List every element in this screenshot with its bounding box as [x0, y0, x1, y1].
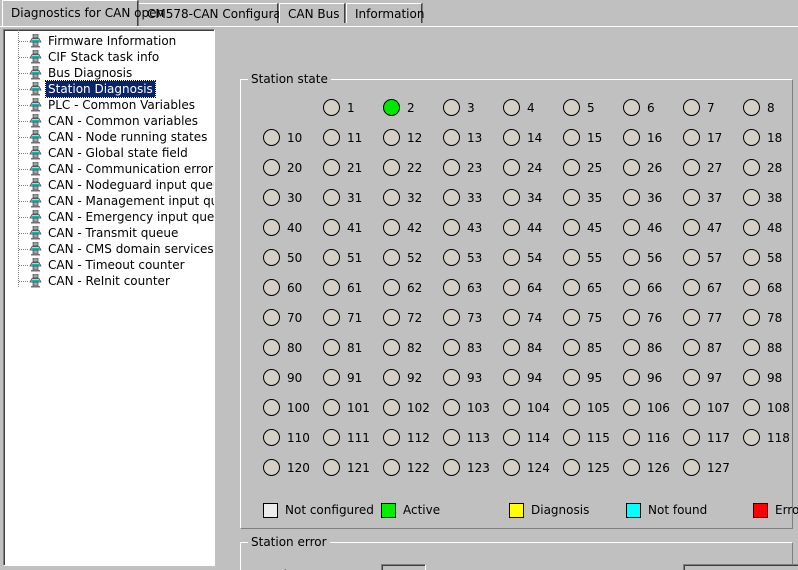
can-node-device-icon [28, 49, 43, 64]
tree-item-label: CAN - Communication error [48, 162, 213, 176]
tree-branch-line [19, 73, 28, 74]
can-node-device-icon [28, 273, 43, 288]
tree-item-can-management-input-queue[interactable]: CAN - Management input queue [4, 193, 214, 209]
diagnostics-window: Diagnostics for CAN open CM578-CAN Config… [0, 0, 798, 570]
tree-branch-line [19, 137, 28, 138]
legend-label: Active [403, 503, 441, 517]
diagnostics-tree: Firmware Information CIF Stack task info B… [4, 30, 214, 289]
station-error-group: Station error Node ID Error event [240, 536, 798, 570]
tree-branch-line [19, 89, 28, 90]
tree-item-can-emergency-input-queue[interactable]: CAN - Emergency input queue [4, 209, 214, 225]
can-node-device-icon [28, 113, 43, 128]
tree-branch-line [19, 57, 28, 58]
tree-item-can-communication-error[interactable]: CAN - Communication error [4, 161, 214, 177]
can-node-device-icon [28, 81, 43, 96]
tree-branch-line [19, 281, 28, 282]
tree-item-label: PLC - Common Variables [48, 98, 195, 112]
can-node-device-icon [28, 97, 43, 112]
tree-branch-line [19, 41, 28, 42]
tree-item-label: CAN - ReInit counter [48, 274, 170, 288]
tree-item-can-node-running-states[interactable]: CAN - Node running states [4, 129, 214, 145]
legend-swatch-not-configured [263, 503, 278, 518]
legend-label: Error [775, 503, 798, 517]
can-node-device-icon [28, 33, 43, 48]
legend-label: Diagnosis [531, 503, 590, 517]
tree-item-label: CAN - Transmit queue [48, 226, 179, 240]
tree-item-label: CAN - Timeout counter [48, 258, 185, 272]
state-legend: Not configured Active Diagnosis Not found Er… [241, 80, 798, 528]
tree-branch-line [19, 233, 28, 234]
tree-item-label: CAN - Management input queue [48, 194, 214, 208]
tree-item-label: Firmware Information [48, 34, 177, 48]
tree-item-can-transmit-queue[interactable]: CAN - Transmit queue [4, 225, 214, 241]
legend-swatch-not-found [626, 503, 641, 518]
can-node-device-icon [28, 225, 43, 240]
tree-item-bus-diagnosis[interactable]: Bus Diagnosis [4, 65, 214, 81]
tree-branch-line [19, 169, 28, 170]
tab-strip: Diagnostics for CAN open CM578-CAN Config… [0, 0, 798, 26]
legend-swatch-error [753, 503, 768, 518]
tab-diagnostics-for-can-open[interactable]: Diagnostics for CAN open [2, 0, 164, 26]
legend-swatch-diagnosis [509, 503, 524, 518]
tree-item-can-common-variables[interactable]: CAN - Common variables [4, 113, 214, 129]
legend-swatch-active [381, 503, 396, 518]
tree-item-label: CAN - Node running states [48, 130, 208, 144]
node-id-field[interactable] [381, 564, 426, 570]
can-node-device-icon [28, 129, 43, 144]
tree-item-firmware-information[interactable]: Firmware Information [4, 33, 214, 49]
tree-item-cif-stack-task-info[interactable]: CIF Stack task info [4, 49, 214, 65]
tree-item-label: CAN - Common variables [48, 114, 199, 128]
can-node-device-icon [28, 177, 43, 192]
tree-item-can-cms-domain-services[interactable]: CAN - CMS domain services [4, 241, 214, 257]
legend-label: Not found [648, 503, 708, 517]
tree-branch-line [19, 265, 28, 266]
tab-can-bus[interactable]: CAN Bus [279, 3, 345, 23]
tree-item-label: CIF Stack task info [48, 50, 160, 64]
can-node-device-icon [28, 241, 43, 256]
legend-label: Not configured [285, 503, 374, 517]
tree-branch-line [19, 153, 28, 154]
tree-item-label: CAN - Nodeguard input queue [48, 178, 215, 192]
station-error-title: Station error [248, 536, 330, 548]
tree-branch-line [19, 249, 28, 250]
can-node-device-icon [28, 161, 43, 176]
can-node-device-icon [28, 65, 43, 80]
tree-branch-line [19, 217, 28, 218]
station-state-title: Station state [248, 73, 331, 85]
tab-content-panel: Firmware Information CIF Stack task info B… [0, 26, 798, 570]
can-node-device-icon [28, 209, 43, 224]
tree-item-label: Station Diagnosis [45, 80, 156, 98]
tree-item-label: Bus Diagnosis [48, 66, 133, 80]
station-state-group: Station state 1 2 3 4 5 6 7 8 10 11 12 13 14 15 16 17 18… [240, 73, 798, 529]
tree-branch-line [19, 105, 28, 106]
tab-information[interactable]: Information [346, 3, 424, 23]
tree-item-can-timeout-counter[interactable]: CAN - Timeout counter [4, 257, 214, 273]
tree-branch-line [19, 185, 28, 186]
tree-item-plc-common-variables[interactable]: PLC - Common Variables [4, 97, 214, 113]
can-node-device-icon [28, 193, 43, 208]
tree-item-station-diagnosis[interactable]: Station Diagnosis [4, 80, 214, 98]
tree-item-can-nodeguard-input-queue[interactable]: CAN - Nodeguard input queue [4, 177, 214, 193]
error-event-field[interactable] [683, 564, 798, 570]
tree-branch-line [19, 121, 28, 122]
can-node-device-icon [28, 145, 43, 160]
tree-item-label: CAN - CMS domain services [48, 242, 214, 256]
diagnostics-tree-panel[interactable]: Firmware Information CIF Stack task info B… [3, 29, 215, 566]
tree-branch-line [19, 201, 28, 202]
tree-item-label: CAN - Global state field [48, 146, 188, 160]
tree-item-can-global-state-field[interactable]: CAN - Global state field [4, 145, 214, 161]
can-node-device-icon [28, 257, 43, 272]
tree-item-can-reinit-counter[interactable]: CAN - ReInit counter [4, 273, 214, 289]
tree-item-label: CAN - Emergency input queue [48, 210, 215, 224]
